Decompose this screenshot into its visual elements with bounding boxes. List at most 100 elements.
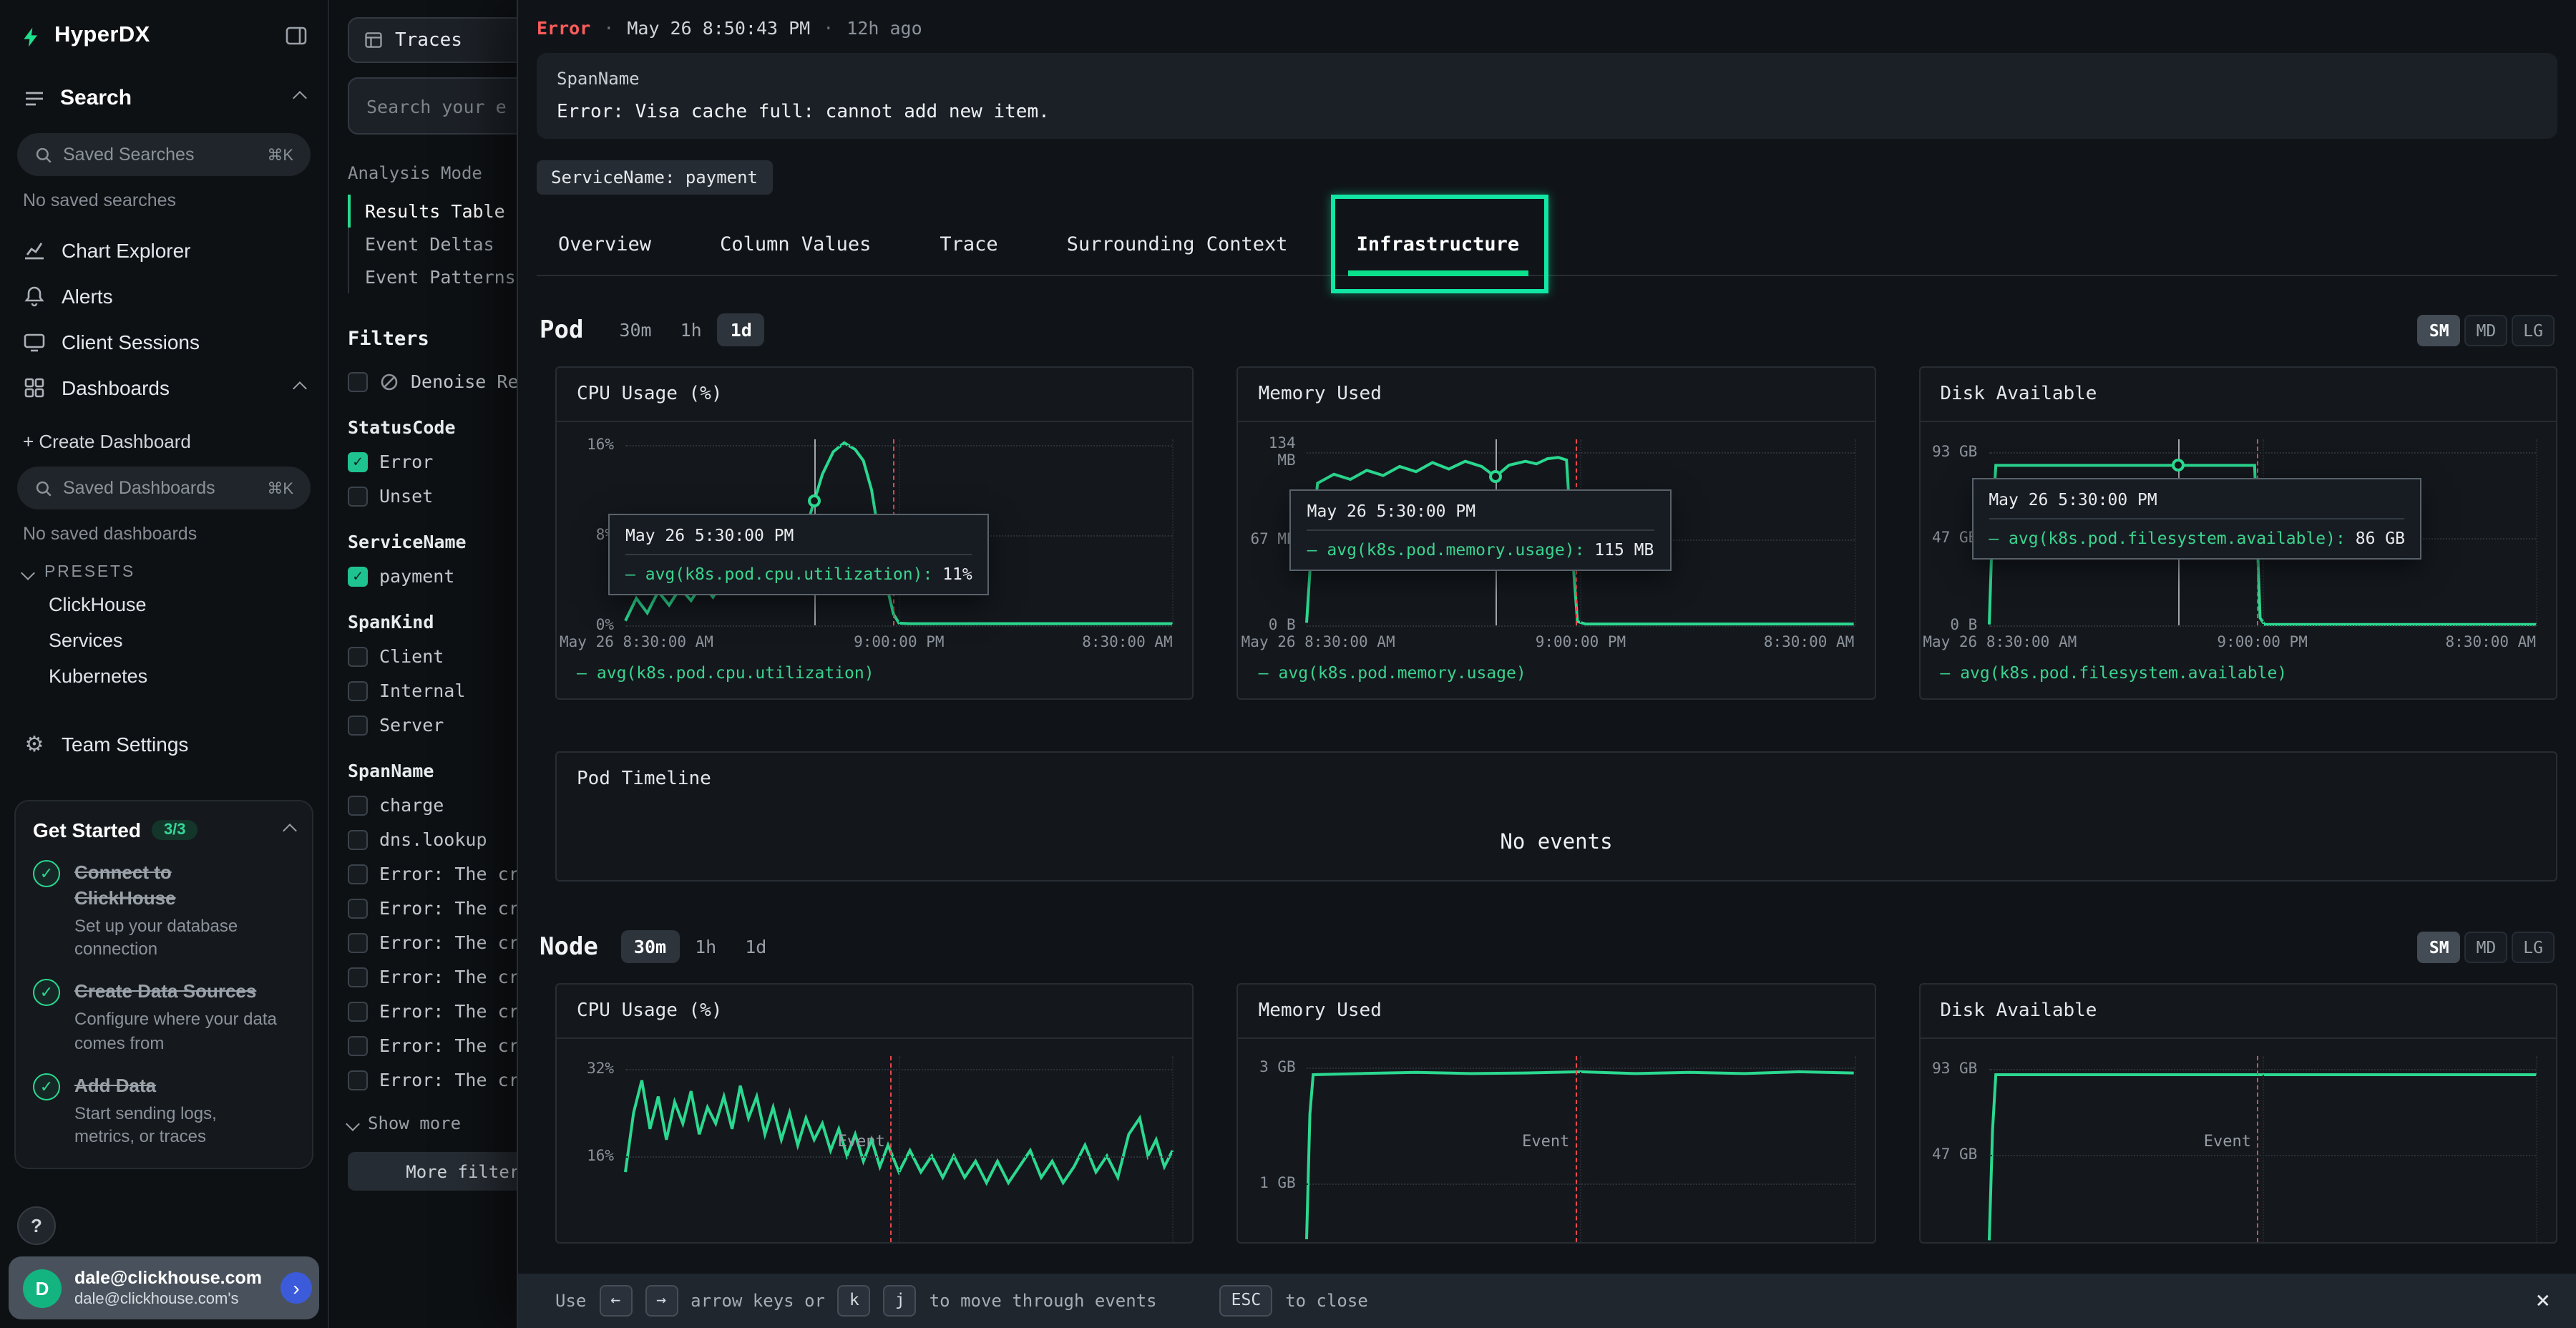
chevron-right-circle-icon[interactable]: › — [280, 1272, 312, 1304]
node-charts-row: CPU Usage (%) 32%16% Event Memory Used 3… — [537, 983, 2557, 1244]
checkbox[interactable] — [348, 680, 368, 700]
chart-plot[interactable]: Event — [625, 1056, 1173, 1242]
checkbox[interactable] — [348, 1001, 368, 1021]
chart-plot[interactable]: Event — [1989, 1056, 2536, 1242]
checkbox[interactable] — [348, 967, 368, 987]
x-tick-label: 8:30:00 AM — [2446, 634, 2536, 651]
gear-icon: ⚙ — [23, 731, 46, 757]
x-tick-label: 8:30:00 AM — [1082, 634, 1172, 651]
node-title: Node — [540, 932, 598, 961]
preset-kubernetes[interactable]: Kubernetes — [0, 658, 328, 694]
sidebar-item-client-sessions[interactable]: Client Sessions — [0, 319, 328, 365]
size-lg-button[interactable]: LG — [2512, 931, 2555, 962]
create-dashboard-button[interactable]: + Create Dashboard — [0, 411, 328, 455]
preset-clickhouse[interactable]: ClickHouse — [0, 587, 328, 622]
checkbox[interactable] — [348, 829, 368, 849]
tab-surrounding-context[interactable]: Surrounding Context — [1064, 212, 1291, 275]
size-sm-button[interactable]: SM — [2418, 314, 2461, 346]
checkbox[interactable] — [348, 898, 368, 918]
service-name-chip[interactable]: ServiceName: payment — [537, 160, 772, 195]
y-tick-label: 47 GB — [1928, 1146, 1977, 1163]
checkbox[interactable] — [348, 646, 368, 666]
sidebar-item-team-settings[interactable]: ⚙ Team Settings — [0, 720, 328, 768]
gridline — [1173, 1056, 1174, 1242]
chart-plot[interactable]: May 26 5:30:00 PM — avg(k8s.pod.cpu.util… — [625, 439, 1173, 625]
user-name: dale@clickhouse.com — [74, 1269, 262, 1291]
gridline — [899, 1056, 900, 1242]
bell-icon — [23, 285, 46, 308]
checkbox[interactable] — [348, 486, 368, 506]
range-1h-button[interactable]: 1h — [682, 930, 729, 963]
checkbox[interactable] — [348, 371, 368, 391]
close-icon[interactable]: × — [2536, 1286, 2551, 1315]
range-1d-button[interactable]: 1d — [732, 930, 779, 963]
event-detail-drawer: Error · May 26 8:50:43 PM · 12h ago Span… — [517, 0, 2576, 1328]
help-button[interactable]: ? — [17, 1206, 56, 1245]
user-menu[interactable]: D dale@clickhouse.com dale@clickhouse.co… — [9, 1257, 319, 1319]
chart-y-axis: 32% 16% — [565, 1056, 617, 1242]
size-sm-button[interactable]: SM — [2418, 931, 2461, 962]
shortcut-badge: ⌘K — [267, 479, 293, 497]
event-marker-line — [1575, 1056, 1576, 1242]
gridline — [2536, 439, 2537, 625]
saved-searches-input[interactable]: ⌘K — [17, 133, 311, 176]
brand-row: HyperDX — [0, 0, 328, 63]
checkbox[interactable] — [348, 715, 368, 735]
no-saved-dashboards-text: No saved dashboards — [0, 509, 328, 544]
y-tick-label: 16% — [565, 1147, 614, 1164]
gridline — [2263, 1056, 2264, 1242]
get-started-item-subtitle: Configure where your data comes from — [74, 1008, 278, 1055]
chart-tooltip: May 26 5:30:00 PM — avg(k8s.pod.filesyst… — [1971, 479, 2422, 560]
monitor-icon — [23, 331, 46, 353]
range-30m-button[interactable]: 30m — [621, 930, 679, 963]
presets-header[interactable]: PRESETS — [0, 544, 328, 587]
preset-services[interactable]: Services — [0, 622, 328, 658]
saved-searches-field[interactable] — [63, 145, 257, 165]
checkbox-checked[interactable] — [348, 566, 368, 586]
chart-plot[interactable]: May 26 5:30:00 PM — avg(k8s.pod.filesyst… — [1989, 439, 2536, 625]
search-section-header[interactable]: Search — [0, 63, 328, 122]
y-tick-label: 32% — [565, 1061, 614, 1078]
checkbox[interactable] — [348, 864, 368, 884]
range-30m-button[interactable]: 30m — [606, 313, 664, 346]
tab-column-values[interactable]: Column Values — [717, 212, 874, 275]
hover-point — [2171, 459, 2184, 472]
collapse-sidebar-icon[interactable] — [285, 24, 308, 47]
get-started-item[interactable]: ✓ Connect to ClickHouse Set up your data… — [33, 860, 295, 961]
tab-overview[interactable]: Overview — [555, 212, 654, 275]
range-1h-button[interactable]: 1h — [668, 313, 715, 346]
checkbox[interactable] — [348, 795, 368, 815]
checkbox[interactable] — [348, 1070, 368, 1090]
tab-trace[interactable]: Trace — [937, 212, 1000, 275]
size-md-button[interactable]: MD — [2465, 931, 2508, 962]
get-started-header[interactable]: Get Started 3/3 — [33, 819, 295, 841]
chart-plot[interactable]: Event — [1307, 1056, 1855, 1242]
tab-infrastructure[interactable]: Infrastructure — [1354, 212, 1523, 275]
chart-tooltip: May 26 5:30:00 PM — avg(k8s.pod.memory.u… — [1290, 490, 1672, 572]
event-marker-label: Event — [838, 1133, 885, 1151]
saved-dashboards-input[interactable]: ⌘K — [17, 467, 311, 509]
sidebar-item-alerts[interactable]: Alerts — [0, 273, 328, 319]
get-started-item[interactable]: ✓ Create Data Sources Configure where yo… — [33, 980, 295, 1055]
checkbox-checked[interactable] — [348, 451, 368, 472]
node-memory-chart-card: Memory Used 3 GB1 GB Event — [1237, 983, 1876, 1244]
get-started-item[interactable]: ✓ Add Data Start sending logs, metrics, … — [33, 1073, 295, 1148]
sidebar-item-dashboards[interactable]: Dashboards — [0, 365, 328, 411]
range-1d-button[interactable]: 1d — [718, 313, 765, 346]
node-section-header: Node 30m 1h 1d SM MD LG — [537, 930, 2557, 963]
checkbox[interactable] — [348, 1035, 368, 1055]
size-lg-button[interactable]: LG — [2512, 314, 2555, 346]
chart-y-axis: 3 GB1 GB — [1247, 1056, 1299, 1242]
chart-title: Memory Used — [1239, 368, 1875, 422]
y-tick-label: 8% — [565, 527, 614, 544]
checkbox[interactable] — [348, 932, 368, 952]
chart-plot[interactable]: May 26 5:30:00 PM — avg(k8s.pod.memory.u… — [1307, 439, 1855, 625]
j-key: j — [884, 1286, 917, 1317]
saved-dashboards-field[interactable] — [63, 478, 257, 498]
hyperdx-logo-icon[interactable] — [20, 24, 43, 47]
size-md-button[interactable]: MD — [2465, 314, 2508, 346]
footer-text: arrow keys or — [691, 1291, 825, 1311]
get-started-item-title: Add Data — [74, 1075, 156, 1096]
sidebar-item-chart-explorer[interactable]: Chart Explorer — [0, 228, 328, 273]
x-tick-label: 8:30:00 AM — [1764, 634, 1854, 651]
